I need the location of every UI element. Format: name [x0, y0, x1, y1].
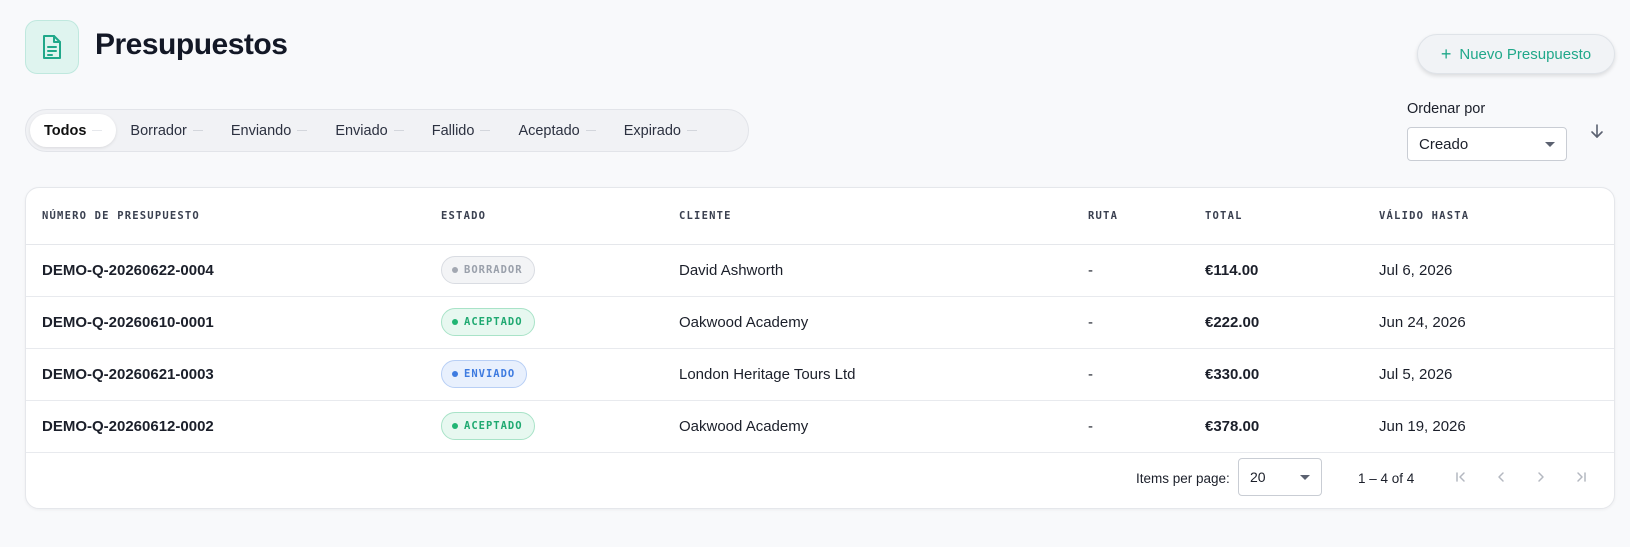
- items-per-page-value: 20: [1250, 469, 1266, 485]
- page-range: 1 – 4 of 4: [1358, 471, 1415, 486]
- status-badge: ACEPTADO: [441, 308, 535, 336]
- table-row[interactable]: DEMO-Q-20260610-0001 ACEPTADO Oakwood Acad…: [26, 296, 1614, 349]
- column-header-status[interactable]: ESTADO: [441, 188, 679, 245]
- total-amount: €114.00: [1205, 244, 1379, 297]
- filter-count-placeholder: [585, 130, 596, 131]
- next-page-button[interactable]: [1528, 464, 1554, 490]
- sort-label: Ordenar por: [1407, 101, 1486, 117]
- route: -: [1088, 244, 1205, 297]
- filter-chip-expirado[interactable]: Expirado: [610, 114, 711, 147]
- status-filter-bar: Todos Borrador Enviando Enviado Fallido Acept…: [25, 109, 749, 152]
- first-page-button[interactable]: [1448, 464, 1474, 490]
- quotes-table-card: NÚMERO DE PRESUPUESTO ESTADO CLIENTE RUT…: [25, 187, 1615, 509]
- column-header-total[interactable]: TOTAL: [1205, 188, 1379, 245]
- filter-count-placeholder: [92, 130, 103, 131]
- quote-number: DEMO-Q-20260612-0002: [26, 400, 441, 453]
- new-quote-button[interactable]: + Nuevo Presupuesto: [1417, 34, 1615, 74]
- status-cell: ACEPTADO: [441, 400, 679, 453]
- items-per-page-select[interactable]: 20: [1238, 458, 1322, 496]
- column-header-number[interactable]: NÚMERO DE PRESUPUESTO: [26, 188, 441, 245]
- valid-until: Jun 19, 2026: [1379, 400, 1614, 453]
- column-header-route[interactable]: RUTA: [1088, 188, 1205, 245]
- table-row[interactable]: DEMO-Q-20260622-0004 BORRADOR David Ashwor…: [26, 244, 1614, 297]
- client-name: London Heritage Tours Ltd: [679, 348, 1088, 401]
- client-name: Oakwood Academy: [679, 296, 1088, 349]
- filter-chip-enviado[interactable]: Enviado: [321, 114, 417, 147]
- filter-chip-label: Expirado: [623, 122, 681, 139]
- filter-count-placeholder: [393, 130, 404, 131]
- total-amount: €378.00: [1205, 400, 1379, 453]
- table-header-row: NÚMERO DE PRESUPUESTO ESTADO CLIENTE RUT…: [26, 188, 1614, 245]
- filter-chip-label: Todos: [44, 122, 87, 139]
- table-row[interactable]: DEMO-Q-20260612-0002 ACEPTADO Oakwood Acad…: [26, 400, 1614, 453]
- status-badge: ACEPTADO: [441, 412, 535, 440]
- filter-chip-fallido[interactable]: Fallido: [418, 114, 505, 147]
- chevron-down-icon: [1545, 142, 1555, 147]
- filter-chip-enviando[interactable]: Enviando: [217, 114, 321, 147]
- status-cell: BORRADOR: [441, 244, 679, 297]
- page-title: Presupuestos: [95, 28, 288, 61]
- status-dot-icon: [452, 371, 458, 377]
- status-dot-icon: [452, 267, 458, 273]
- filter-chip-aceptado[interactable]: Aceptado: [504, 114, 609, 147]
- status-dot-icon: [452, 423, 458, 429]
- last-page-icon: [1577, 472, 1586, 482]
- status-badge-label: ENVIADO: [464, 368, 516, 380]
- status-badge: ENVIADO: [441, 360, 528, 388]
- filter-count-placeholder: [686, 130, 697, 131]
- valid-until: Jul 5, 2026: [1379, 348, 1614, 401]
- sort-select[interactable]: Creado: [1407, 127, 1567, 161]
- route: -: [1088, 348, 1205, 401]
- quotes-table: NÚMERO DE PRESUPUESTO ESTADO CLIENTE RUT…: [26, 188, 1614, 453]
- filter-chip-label: Enviado: [335, 122, 388, 139]
- status-cell: ENVIADO: [441, 348, 679, 401]
- items-per-page-label: Items per page:: [1136, 471, 1230, 486]
- page-icon: [25, 20, 79, 74]
- table-row[interactable]: DEMO-Q-20260621-0003 ENVIADO London Herita…: [26, 348, 1614, 401]
- filter-chip-label: Enviando: [230, 122, 292, 139]
- status-badge: BORRADOR: [441, 256, 535, 284]
- first-page-icon: [1456, 472, 1465, 482]
- status-badge-label: BORRADOR: [464, 264, 523, 276]
- filter-chip-label: Borrador: [130, 122, 187, 139]
- filter-chip-label: Aceptado: [518, 122, 580, 139]
- column-header-valid-until[interactable]: VÁLIDO HASTA: [1379, 188, 1614, 245]
- total-amount: €222.00: [1205, 296, 1379, 349]
- document-icon: [43, 35, 61, 59]
- plus-icon: +: [1440, 44, 1452, 64]
- quote-number: DEMO-Q-20260610-0001: [26, 296, 441, 349]
- new-quote-label: Nuevo Presupuesto: [1459, 45, 1592, 63]
- last-page-button[interactable]: [1568, 464, 1594, 490]
- chevron-right-icon: [1538, 472, 1544, 482]
- previous-page-button[interactable]: [1488, 464, 1514, 490]
- quote-number: DEMO-Q-20260621-0003: [26, 348, 441, 401]
- sort-direction-button[interactable]: [1586, 120, 1608, 142]
- valid-until: Jul 6, 2026: [1379, 244, 1614, 297]
- filter-chip-borrador[interactable]: Borrador: [116, 114, 216, 147]
- route: -: [1088, 296, 1205, 349]
- status-badge-label: ACEPTADO: [464, 316, 523, 328]
- status-cell: ACEPTADO: [441, 296, 679, 349]
- status-dot-icon: [452, 319, 458, 325]
- filter-count-placeholder: [297, 130, 308, 131]
- arrow-down-icon: [1591, 124, 1603, 138]
- filter-chip-label: Fallido: [431, 122, 475, 139]
- filter-count-placeholder: [480, 130, 491, 131]
- total-amount: €330.00: [1205, 348, 1379, 401]
- valid-until: Jun 24, 2026: [1379, 296, 1614, 349]
- filter-chip-todos[interactable]: Todos: [30, 114, 117, 147]
- route: -: [1088, 400, 1205, 453]
- quote-number: DEMO-Q-20260622-0004: [26, 244, 441, 297]
- sort-value: Creado: [1419, 135, 1469, 153]
- client-name: David Ashworth: [679, 244, 1088, 297]
- chevron-down-icon: [1300, 475, 1310, 480]
- chevron-left-icon: [1498, 472, 1504, 482]
- status-badge-label: ACEPTADO: [464, 420, 523, 432]
- column-header-client[interactable]: CLIENTE: [679, 188, 1088, 245]
- client-name: Oakwood Academy: [679, 400, 1088, 453]
- paginator: Items per page: 20 1 – 4 of 4: [26, 452, 1614, 508]
- filter-count-placeholder: [192, 130, 203, 131]
